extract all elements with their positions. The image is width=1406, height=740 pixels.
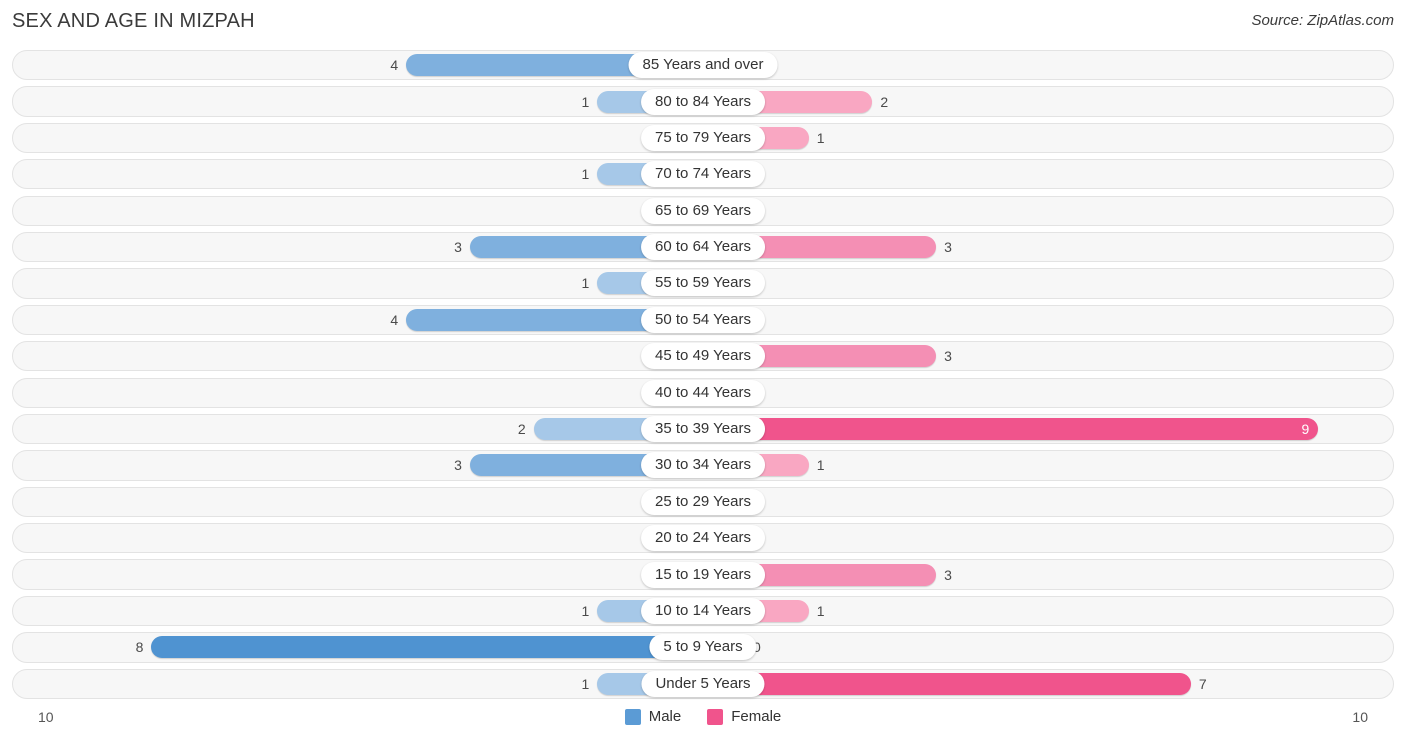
male-color-swatch-icon xyxy=(624,708,641,725)
row-inner: 1070 to 74 Years xyxy=(13,160,1393,188)
legend-label-female: Female xyxy=(731,708,782,725)
chart-plot-area: 4085 Years and over1280 to 84 Years0175 … xyxy=(0,50,1406,702)
male-value-label: 4 xyxy=(390,57,399,74)
age-group-row: 0315 to 19 Years xyxy=(12,559,1394,590)
age-group-row: 805 to 9 Years xyxy=(12,632,1394,663)
row-inner: 0040 to 44 Years xyxy=(13,379,1393,407)
age-group-label: 30 to 34 Years xyxy=(641,452,765,479)
legend-item-male[interactable]: Male xyxy=(624,708,682,725)
page-title: SEX AND AGE IN MIZPAH xyxy=(12,10,255,32)
age-group-label: Under 5 Years xyxy=(641,670,765,697)
male-value-label: 2 xyxy=(517,421,526,438)
age-group-row: 3 3 60 to 64 Years xyxy=(12,231,1394,263)
female-value-label: 3 xyxy=(944,348,952,365)
age-group-row: 3 1 30 to 34 Years xyxy=(12,450,1394,481)
row-inner: 805 to 9 Years xyxy=(13,633,1393,661)
age-group-label: 25 to 29 Years xyxy=(641,488,765,515)
male-bar[interactable] xyxy=(151,636,703,659)
age-group-row: 0175 to 79 Years xyxy=(12,122,1394,154)
row-inner: 1 2 80 to 84 Years xyxy=(13,87,1393,115)
age-group-label: 60 to 64 Years xyxy=(641,234,765,261)
age-group-row: 9 2 35 to 39 Years xyxy=(12,413,1394,445)
row-inner: 4085 Years and over xyxy=(13,51,1393,79)
row-inner: 3 1 30 to 34 Years xyxy=(13,451,1393,479)
age-group-row: 0025 to 29 Years xyxy=(12,486,1394,517)
female-value-label: 1 xyxy=(816,457,825,474)
male-value-label: 4 xyxy=(390,311,399,328)
chart-header: SEX AND AGE IN MIZPAH Source: ZipAtlas.c… xyxy=(0,0,1406,46)
row-inner: 1 7 Under 5 Years xyxy=(13,670,1393,698)
male-value-label: 8 xyxy=(135,639,144,656)
age-group-row: 0345 to 49 Years xyxy=(12,341,1394,372)
row-inner: 9 2 35 to 39 Years xyxy=(13,415,1393,443)
age-group-row: 1055 to 59 Years xyxy=(12,268,1394,299)
chart-legend: Male Female xyxy=(0,708,1406,725)
female-value-label: 3 xyxy=(944,239,952,256)
age-group-row: 1 7 Under 5 Years xyxy=(12,668,1394,699)
age-group-row: 0065 to 69 Years xyxy=(12,195,1394,226)
age-group-row: 0040 to 44 Years xyxy=(12,377,1394,408)
row-inner: 4050 to 54 Years xyxy=(13,306,1393,334)
age-group-row: 4085 Years and over xyxy=(12,50,1394,81)
row-inner: 3 3 60 to 64 Years xyxy=(13,233,1393,261)
age-group-label: 85 Years and over xyxy=(628,52,778,79)
population-pyramid-chart: SEX AND AGE IN MIZPAH Source: ZipAtlas.c… xyxy=(0,0,1406,740)
age-group-label: 65 to 69 Years xyxy=(641,197,765,224)
row-inner: 0315 to 19 Years xyxy=(13,560,1393,588)
male-value-label: 1 xyxy=(581,675,590,692)
female-bar[interactable]: 9 xyxy=(703,418,1319,441)
age-group-label: 45 to 49 Years xyxy=(641,343,765,370)
age-group-label: 50 to 54 Years xyxy=(641,306,765,333)
male-value-label: 1 xyxy=(581,166,590,183)
female-value-label: 1 xyxy=(816,129,825,146)
male-value-label: 3 xyxy=(454,457,462,474)
male-value-label: 3 xyxy=(454,239,462,256)
row-inner: 0175 to 79 Years xyxy=(13,124,1393,152)
age-group-label: 15 to 19 Years xyxy=(641,561,765,588)
age-group-label: 5 to 9 Years xyxy=(649,634,757,661)
age-group-label: 35 to 39 Years xyxy=(641,416,765,443)
female-value-label: 2 xyxy=(880,93,889,110)
female-value-label: 1 xyxy=(816,603,825,619)
age-group-label: 55 to 59 Years xyxy=(641,270,765,297)
age-group-label: 10 to 14 Years xyxy=(641,598,765,624)
female-bar[interactable] xyxy=(703,672,1191,695)
row-inner: 0065 to 69 Years xyxy=(13,197,1393,225)
age-group-row: 4050 to 54 Years xyxy=(12,304,1394,336)
age-group-label: 80 to 84 Years xyxy=(641,88,765,115)
female-value-label: 7 xyxy=(1198,675,1207,692)
source-attribution: Source: ZipAtlas.com xyxy=(1251,12,1394,29)
age-group-label: 70 to 74 Years xyxy=(641,161,765,188)
female-value-label: 9 xyxy=(1301,421,1310,438)
row-inner: 1 1 10 to 14 Years xyxy=(13,597,1393,625)
age-group-row: 1070 to 74 Years xyxy=(12,159,1394,190)
male-value-label: 1 xyxy=(581,275,590,292)
age-group-row: 0020 to 24 Years xyxy=(12,523,1394,554)
age-group-row: 1 1 10 to 14 Years xyxy=(12,595,1394,627)
male-value-label: 1 xyxy=(581,603,590,619)
female-value-label: 3 xyxy=(944,566,952,583)
legend-item-female[interactable]: Female xyxy=(707,708,781,725)
row-inner: 0025 to 29 Years xyxy=(13,488,1393,516)
age-group-label: 40 to 44 Years xyxy=(641,379,765,406)
row-inner: 0345 to 49 Years xyxy=(13,342,1393,370)
age-group-label: 20 to 24 Years xyxy=(641,525,765,552)
legend-label-male: Male xyxy=(648,708,682,725)
age-group-row: 1 2 80 to 84 Years xyxy=(12,86,1394,117)
age-group-label: 75 to 79 Years xyxy=(641,124,765,151)
row-inner: 0020 to 24 Years xyxy=(13,524,1393,552)
row-inner: 1055 to 59 Years xyxy=(13,269,1393,297)
female-color-swatch-icon xyxy=(707,708,724,725)
male-value-label: 1 xyxy=(581,93,590,110)
chart-footer: 10 10 Male Female xyxy=(0,702,1406,740)
